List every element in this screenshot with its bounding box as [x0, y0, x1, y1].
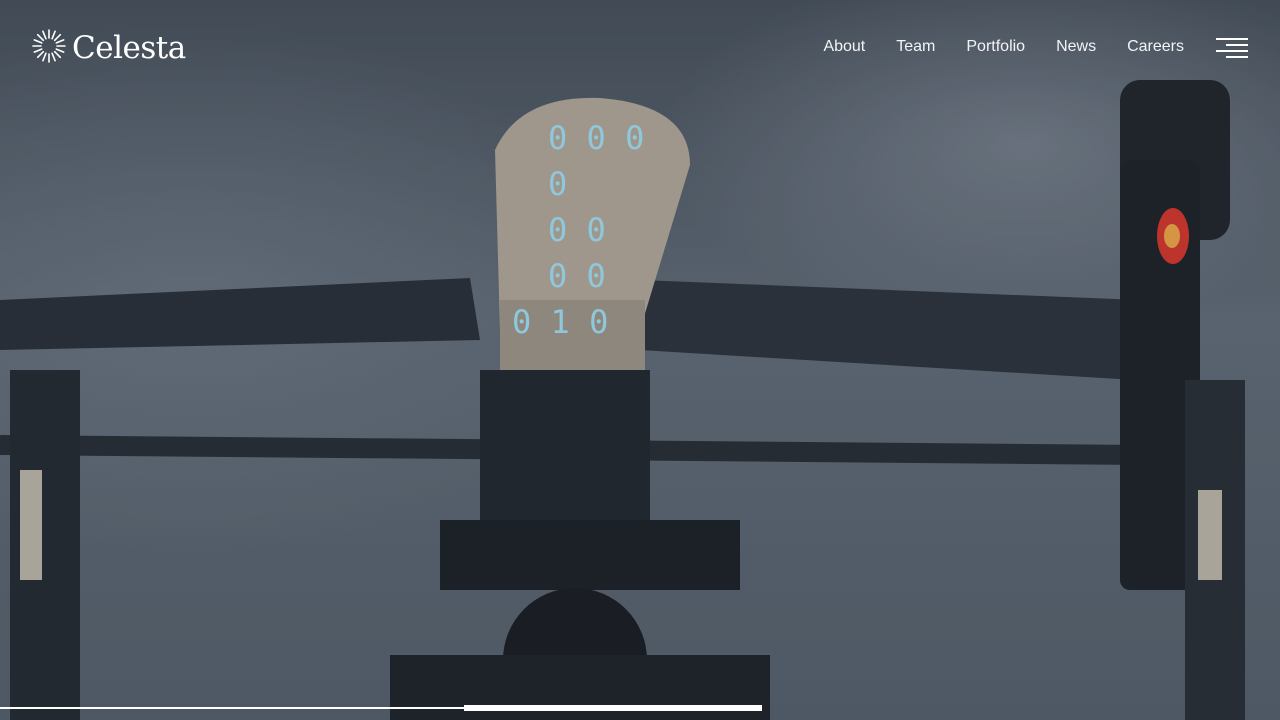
nav-link-about[interactable]: About — [823, 36, 865, 58]
site-header: Celesta About Team Portfolio News Career… — [0, 0, 1280, 96]
nav-link-news[interactable]: News — [1056, 36, 1096, 58]
main-nav: About Team Portfolio News Careers — [823, 36, 1184, 58]
hamburger-line — [1226, 44, 1248, 46]
digit-row: 0 0 0 0 — [548, 119, 645, 203]
digit-row: 0 0 — [548, 257, 606, 295]
digit-row: 0 0 — [548, 211, 606, 249]
digit-row: 0 1 0 — [512, 303, 609, 341]
menu-button[interactable] — [1216, 38, 1248, 60]
hamburger-line — [1216, 50, 1248, 52]
sunburst-icon — [32, 28, 66, 69]
nav-link-careers[interactable]: Careers — [1127, 36, 1184, 58]
hamburger-menu-icon — [1216, 38, 1248, 40]
nav-link-team[interactable]: Team — [896, 36, 935, 58]
hero-background: 0 0 0 0 0 0 0 0 0 1 0 — [0, 0, 1280, 720]
brand-name: Celesta — [72, 30, 186, 66]
drone-display-digits: 0 0 0 0 0 0 0 0 0 1 0 — [512, 115, 682, 345]
logo-link[interactable]: Celesta — [32, 28, 186, 68]
hamburger-line — [1226, 56, 1248, 58]
progress-track — [0, 707, 464, 709]
progress-indicator — [464, 705, 762, 711]
slider-progress — [0, 705, 762, 711]
hero-overlay — [0, 0, 1280, 720]
nav-link-portfolio[interactable]: Portfolio — [966, 36, 1025, 58]
